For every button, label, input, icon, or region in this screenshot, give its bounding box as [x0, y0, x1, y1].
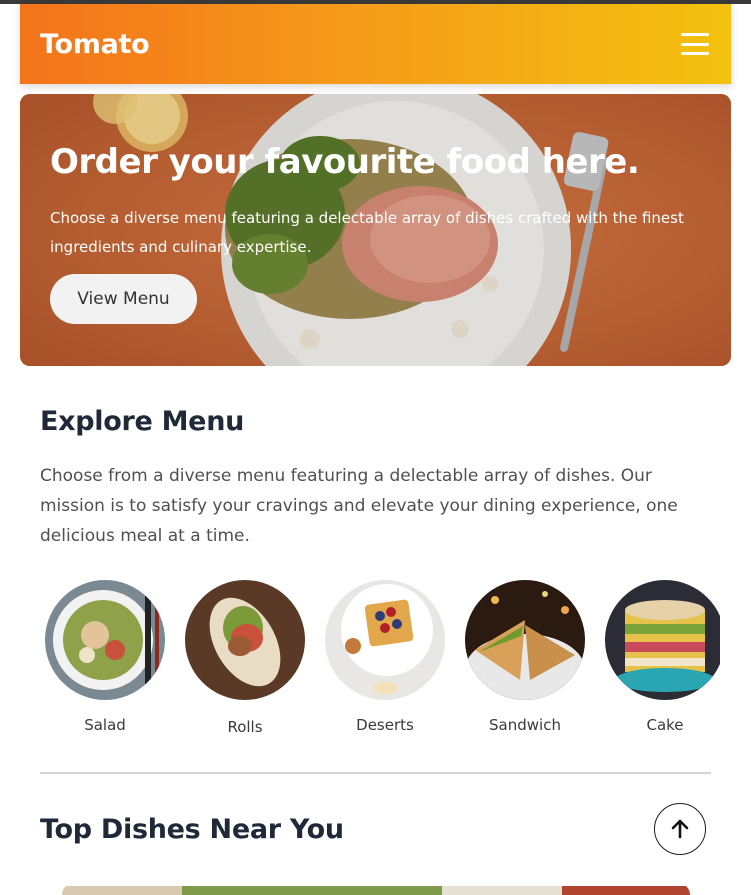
menu-item-salad[interactable]: Salad — [40, 580, 170, 734]
menu-item-deserts[interactable]: Deserts — [320, 580, 450, 734]
scroll-to-top-button[interactable] — [654, 803, 706, 855]
cake-image — [605, 580, 720, 700]
deserts-image — [325, 580, 445, 700]
dish-card-image-peek — [62, 883, 690, 895]
hero-content: Order your favourite food here. Choose a… — [50, 142, 710, 262]
menu-item-label: Sandwich — [489, 716, 561, 734]
menu-item-label: Cake — [646, 716, 684, 734]
sandwich-image — [465, 580, 585, 700]
menu-item-label: Rolls — [227, 718, 263, 736]
menu-item-label: Salad — [84, 716, 126, 734]
hero-subtitle: Choose a diverse menu featuring a delect… — [50, 209, 684, 256]
menu-item-rolls[interactable]: Rolls — [180, 580, 310, 736]
menu-item-sandwich[interactable]: Sandwich — [460, 580, 590, 734]
menu-item-label: Deserts — [356, 716, 414, 734]
menu-category-list: Salad Rolls Deserts Sandwich Cake — [40, 580, 720, 740]
hero-title: Order your favourite food here. — [50, 142, 640, 182]
salad-image — [45, 580, 165, 700]
explore-menu-description: Choose from a diverse menu featuring a d… — [40, 466, 678, 546]
section-divider — [40, 772, 711, 774]
menu-item-cake[interactable]: Cake — [600, 580, 720, 734]
navbar: Tomato — [20, 4, 731, 84]
view-menu-button[interactable]: View Menu — [50, 274, 197, 324]
top-dishes-title: Top Dishes Near You — [40, 814, 344, 845]
hamburger-icon[interactable] — [681, 33, 709, 55]
hero-banner: Order your favourite food here. Choose a… — [20, 94, 731, 366]
arrow-up-icon — [671, 819, 689, 839]
explore-menu-title: Explore Menu — [40, 406, 245, 437]
rolls-image — [185, 580, 305, 700]
brand-logo[interactable]: Tomato — [40, 29, 150, 60]
